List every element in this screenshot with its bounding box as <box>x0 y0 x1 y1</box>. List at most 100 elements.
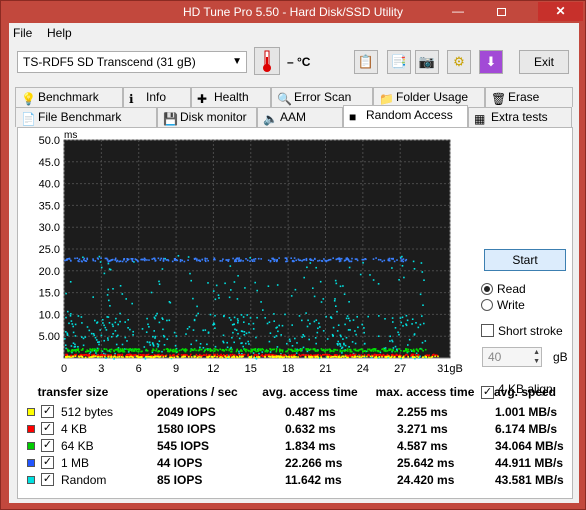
random-point <box>127 327 129 329</box>
64kb-point <box>71 349 74 351</box>
64kb-point <box>291 349 294 352</box>
64kb-point <box>75 350 77 353</box>
4kb-point <box>141 354 143 357</box>
random-point <box>301 319 303 322</box>
tab-disk-monitor[interactable]: 💾 Disk monitor <box>157 107 257 127</box>
random-point <box>278 324 280 327</box>
random-point <box>289 340 291 342</box>
random-point <box>147 323 149 326</box>
random-point <box>80 316 83 318</box>
exit-button[interactable]: Exit <box>519 50 569 74</box>
random-point <box>215 284 218 287</box>
64kb-point <box>106 349 109 352</box>
tab-folder-usage[interactable]: 📁 Folder Usage <box>373 87 485 107</box>
1mb-point <box>326 259 328 262</box>
write-radio[interactable]: Write <box>481 298 525 312</box>
random-point <box>244 287 246 289</box>
tab-health[interactable]: ✚ Health <box>191 87 271 107</box>
random-point <box>332 335 334 337</box>
random-point <box>121 343 124 346</box>
64kb-point <box>323 349 325 351</box>
tab-info[interactable]: ℹ Info <box>123 87 191 107</box>
short-stroke-checkbox[interactable]: Short stroke <box>481 324 563 338</box>
512b-point <box>360 356 362 358</box>
random-point <box>119 285 122 287</box>
restore-icon[interactable] <box>481 1 521 21</box>
512b-point <box>224 355 226 358</box>
spinner-arrows-icon[interactable]: ▲ ▼ <box>533 348 540 366</box>
512b-point <box>107 356 110 358</box>
random-point <box>168 301 171 303</box>
tab-benchmark[interactable]: 💡 Benchmark <box>15 87 123 107</box>
start-button[interactable]: Start <box>484 249 566 271</box>
result-speed: 43.581 MB/s <box>495 473 564 487</box>
copy-info-button[interactable]: 📋 <box>354 50 378 74</box>
4kb-point <box>376 354 378 356</box>
copy-all-button[interactable]: 📑 <box>387 50 411 74</box>
read-radio[interactable]: Read <box>481 282 526 296</box>
64kb-point <box>163 348 165 351</box>
1mb-point <box>207 259 209 262</box>
random-point <box>77 315 80 317</box>
1mb-point <box>291 260 294 262</box>
random-point <box>347 329 350 331</box>
1mb-point <box>66 258 68 261</box>
series-checkbox[interactable]: ✓ <box>41 456 54 469</box>
64kb-point <box>349 350 352 353</box>
64kb-point <box>197 349 200 352</box>
1mb-point <box>92 259 95 262</box>
menu-help[interactable]: Help <box>47 26 72 40</box>
random-point <box>162 318 164 320</box>
tab-erase[interactable]: 🗑 Erase <box>485 87 573 107</box>
64kb-point <box>191 348 194 351</box>
64kb-point <box>419 348 421 350</box>
1mb-point <box>105 257 108 260</box>
1mb-point <box>154 260 157 262</box>
write-label: Write <box>497 298 525 312</box>
64kb-point <box>391 349 394 351</box>
64kb-point <box>219 348 221 351</box>
options-button[interactable]: ⚙ <box>447 50 471 74</box>
random-point <box>372 279 375 281</box>
save-button[interactable]: ⬇ <box>479 50 503 74</box>
64kb-point <box>125 348 128 350</box>
results-header: transfer size <box>37 385 109 399</box>
512b-point <box>353 356 356 358</box>
random-point <box>361 323 363 326</box>
1mb-point <box>136 259 139 262</box>
random-point <box>341 352 343 354</box>
1mb-point <box>206 257 208 260</box>
1mb-point <box>236 258 239 260</box>
short-stroke-size-input[interactable]: 40 ▲ ▼ <box>482 347 542 367</box>
menu-file[interactable]: File <box>13 26 32 40</box>
random-point <box>193 318 196 321</box>
1mb-point <box>76 257 78 259</box>
series-checkbox[interactable]: ✓ <box>41 473 54 486</box>
random-point <box>158 283 161 285</box>
thermometer-button[interactable] <box>254 47 280 75</box>
tab-random-access[interactable]: ■ Random Access <box>343 105 468 127</box>
1mb-point <box>310 259 312 261</box>
4kb-point <box>198 353 201 356</box>
screenshot-button[interactable]: 📷 <box>415 50 439 74</box>
close-icon[interactable]: ✕ <box>538 2 583 21</box>
series-checkbox[interactable]: ✓ <box>41 405 54 418</box>
tab-extra-tests[interactable]: ▦ Extra tests <box>468 107 572 127</box>
random-point <box>212 290 215 292</box>
random-point <box>98 255 101 258</box>
tab-file-benchmark[interactable]: 📄 File Benchmark <box>15 107 157 127</box>
series-checkbox[interactable]: ✓ <box>41 422 54 435</box>
y-tick-label: 40.0 <box>39 179 60 191</box>
random-point <box>162 328 164 331</box>
random-point <box>146 317 148 320</box>
tab-aam[interactable]: 🔈 AAM <box>257 107 343 127</box>
minimize-icon[interactable]: — <box>443 1 473 21</box>
random-point <box>318 322 320 325</box>
4kb-point <box>336 354 338 356</box>
tab-error-scan[interactable]: 🔍 Error Scan <box>271 87 373 107</box>
drive-select[interactable]: TS-RDF5 SD Transcend (31 gB) ▼ <box>17 51 247 73</box>
series-checkbox[interactable]: ✓ <box>41 439 54 452</box>
camera-icon: 📷 <box>418 54 436 69</box>
512b-point <box>267 355 270 358</box>
random-point <box>301 336 303 338</box>
